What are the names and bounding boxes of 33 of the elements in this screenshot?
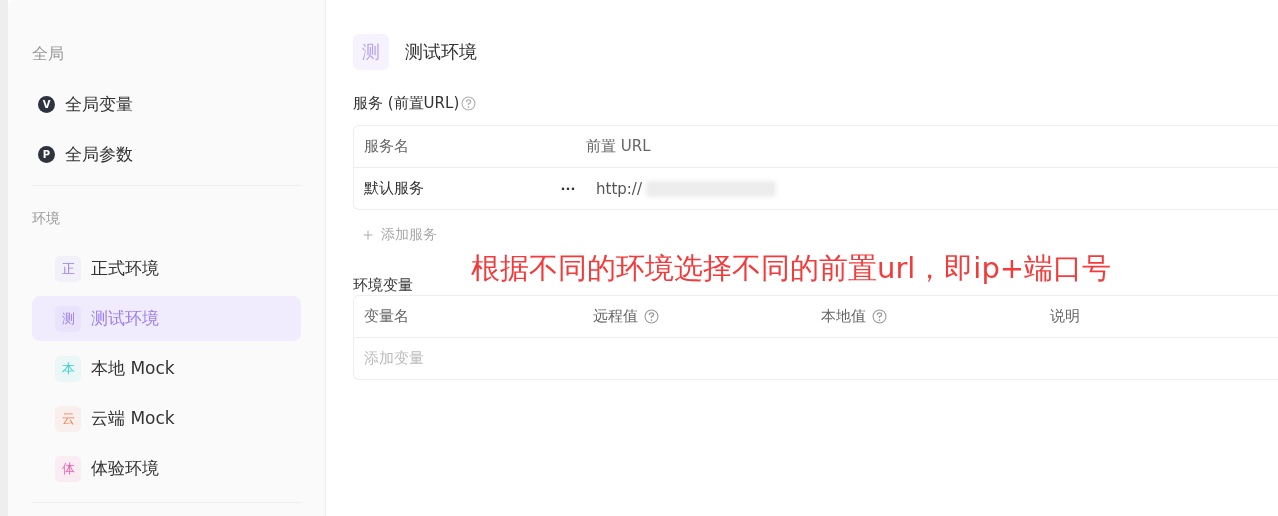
column-header: 说明	[1049, 307, 1080, 326]
column-header: 前置 URL	[586, 137, 651, 156]
sidebar-item[interactable]: P 全局参数	[32, 129, 301, 179]
letter-badge-icon: P	[38, 145, 55, 163]
annotation-text: 根据不同的环境选择不同的前置url，即ip+端口号	[471, 254, 1112, 283]
table-cell: http://	[596, 179, 642, 198]
environment-badge: 测	[55, 305, 81, 332]
letter-badge-icon: V	[38, 95, 55, 113]
environment-badge: 体	[55, 455, 81, 482]
section-heading: 环境变量	[353, 276, 413, 295]
environment-badge: 云	[55, 405, 81, 432]
column-header: 本地值	[821, 307, 866, 326]
column-header: 服务名	[364, 137, 410, 156]
environment-item[interactable]: 体 体验环境	[32, 446, 301, 491]
plus-icon	[363, 230, 373, 240]
help-icon[interactable]	[872, 309, 887, 324]
section-heading: 服务 (前置URL)	[353, 94, 460, 113]
environment-item[interactable]: 云 云端 Mock	[32, 396, 301, 441]
help-icon[interactable]	[643, 309, 659, 324]
sidebar-item[interactable]: V 全局变量	[32, 79, 301, 129]
column-header: 变量名	[364, 307, 409, 326]
environment-title: 测试环境	[405, 40, 477, 64]
more-button[interactable]: ···	[550, 181, 586, 196]
column-header: 远程值	[592, 307, 638, 326]
section-heading: 全局	[32, 44, 65, 65]
environment-item[interactable]: 本 本地 Mock	[32, 346, 301, 391]
help-icon[interactable]	[461, 96, 477, 111]
section-heading: 环境	[32, 210, 61, 228]
environment-item[interactable]: 正 正式环境	[32, 246, 301, 291]
environment-badge: 本	[55, 355, 81, 382]
environment-badge: 测	[353, 34, 389, 70]
environment-badge: 正	[55, 255, 81, 282]
table-cell-text: 默认服务	[364, 179, 425, 198]
